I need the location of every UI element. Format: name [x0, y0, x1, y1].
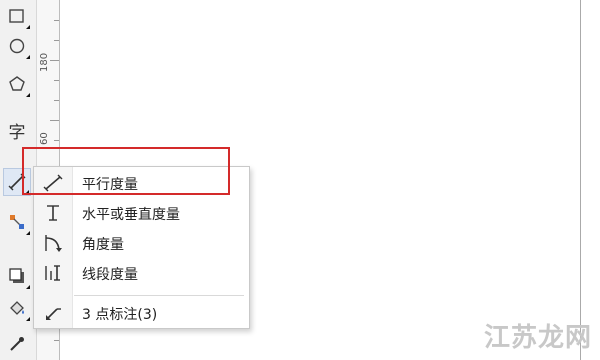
menu-item-three-point-callout[interactable]: 3 点标注(3)	[34, 299, 249, 327]
three-point-callout-icon	[42, 302, 64, 324]
flyout-indicator-icon	[26, 231, 30, 235]
flyout-indicator-icon	[26, 55, 30, 59]
rectangle-tool[interactable]	[3, 2, 31, 30]
text-tool-label: 字	[8, 122, 26, 143]
ruler-label: 60	[39, 132, 50, 145]
ruler-tick	[54, 100, 59, 101]
rectangle-icon	[9, 9, 24, 23]
page-border	[580, 0, 581, 360]
flyout-indicator-icon	[26, 317, 30, 321]
menu-item-horizontal-vertical-dimension[interactable]: 水平或垂直度量	[34, 199, 249, 227]
connector-icon	[10, 215, 24, 229]
polygon-tool[interactable]	[3, 70, 31, 98]
menu-item-label: 线段度量	[82, 267, 138, 283]
watermark: 江苏龙网	[483, 323, 592, 353]
text-tool[interactable]: 字	[3, 116, 31, 144]
paint-bucket-icon	[10, 301, 24, 315]
ellipse-tool[interactable]	[3, 32, 31, 60]
flyout-indicator-icon	[26, 93, 30, 97]
eyedropper-icon	[10, 337, 24, 351]
segment-dimension-icon	[42, 262, 64, 284]
connector-tool[interactable]	[3, 208, 31, 236]
horizontal-vertical-dimension-icon	[42, 202, 64, 224]
flyout-indicator-icon	[26, 285, 30, 289]
menu-item-label: 3 点标注(3)	[82, 307, 158, 323]
ruler-tick	[54, 40, 59, 41]
ruler-tick	[54, 20, 59, 21]
ruler-tick	[54, 140, 59, 141]
ruler-tick	[50, 120, 59, 121]
drop-shadow-icon	[9, 268, 24, 283]
menu-separator	[74, 295, 244, 296]
ruler-tick	[54, 80, 59, 81]
angular-dimension-icon	[42, 232, 64, 254]
menu-item-segment-dimension[interactable]: 线段度量	[34, 259, 249, 287]
menu-item-label: 水平或垂直度量	[82, 207, 180, 223]
menu-item-label: 角度量	[82, 237, 124, 253]
ellipse-icon	[9, 38, 25, 54]
highlight-annotation-box	[22, 147, 230, 195]
flyout-indicator-icon	[26, 25, 30, 29]
fill-tool[interactable]	[3, 294, 31, 322]
menu-item-angular-dimension[interactable]: 角度量	[34, 229, 249, 257]
ruler-tick	[54, 340, 59, 341]
eyedropper-tool[interactable]	[3, 330, 31, 358]
polygon-icon	[9, 76, 25, 91]
drop-shadow-tool[interactable]	[3, 262, 31, 290]
ruler-tick	[50, 60, 59, 61]
ruler-label: 180	[39, 52, 50, 72]
